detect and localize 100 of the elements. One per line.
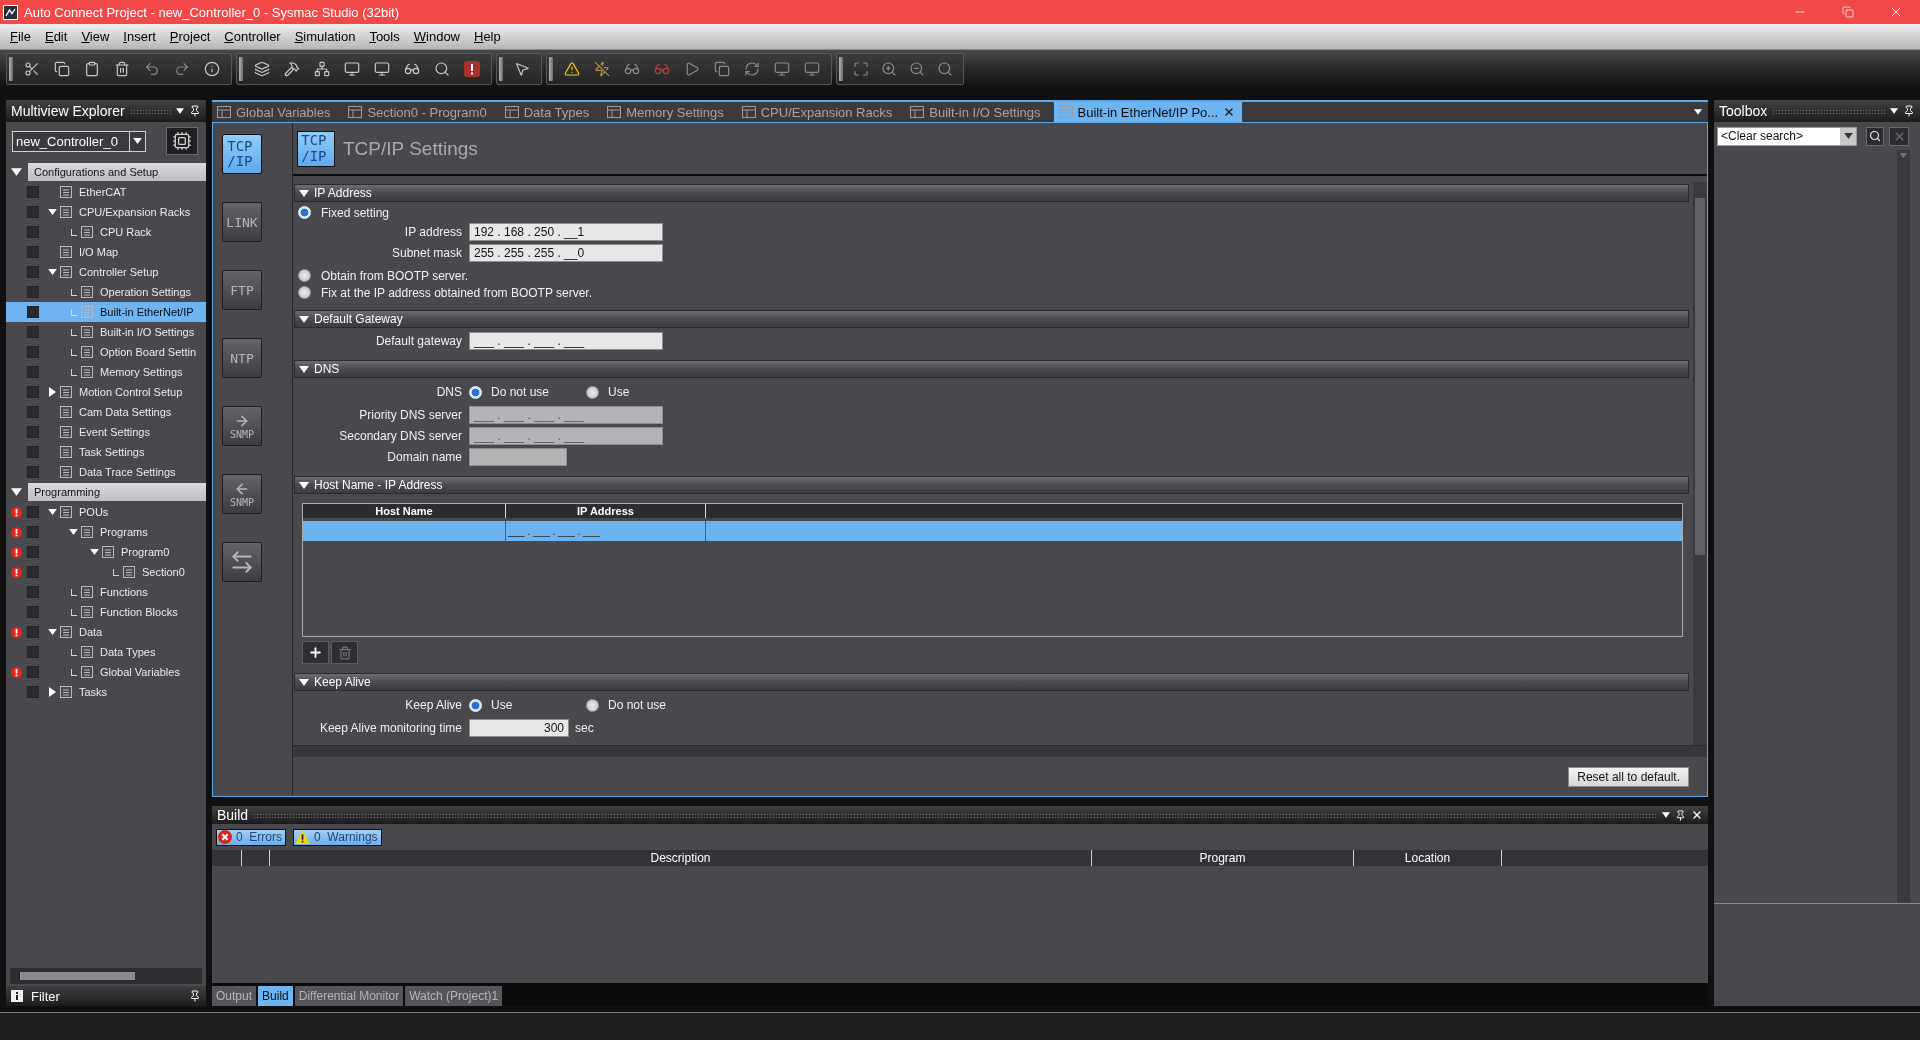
- caret-down-icon[interactable]: [47, 269, 57, 275]
- menu-item[interactable]: Tools: [362, 24, 407, 49]
- caret-down-icon[interactable]: [47, 509, 57, 515]
- document-tab[interactable]: CPU/Expansion Racks: [736, 102, 906, 122]
- tree-item[interactable]: CPU/Expansion Racks: [6, 202, 206, 222]
- tree-item[interactable]: Event Settings: [6, 422, 206, 442]
- document-tab[interactable]: Built-in EtherNet/IP Po...: [1053, 102, 1243, 122]
- tree-item[interactable]: Task Settings: [6, 442, 206, 462]
- tree-group[interactable]: Configurations and Setup: [28, 163, 206, 181]
- caret-right-icon[interactable]: [48, 687, 56, 697]
- tree-item[interactable]: Data Trace Settings: [6, 462, 206, 482]
- column-header[interactable]: Location: [1354, 850, 1502, 866]
- column-header[interactable]: Program: [1092, 850, 1354, 866]
- horizontal-scrollbar[interactable]: [293, 745, 1707, 757]
- tree-item[interactable]: Function Blocks: [6, 602, 206, 622]
- tree-item[interactable]: Controller Setup: [6, 262, 206, 282]
- tree-item[interactable]: Tasks: [6, 682, 206, 702]
- caret-down-icon[interactable]: [1694, 109, 1702, 115]
- caret-down-icon[interactable]: [176, 108, 184, 114]
- panel-tab[interactable]: Output: [212, 986, 257, 1006]
- menu-item[interactable]: Help: [467, 24, 508, 49]
- menu-item[interactable]: File: [3, 24, 38, 49]
- tree-item[interactable]: Programs: [6, 522, 206, 542]
- vertical-scrollbar[interactable]: [1693, 182, 1707, 745]
- filter-toggle[interactable]: 0 Warnings: [293, 828, 382, 846]
- radio-button[interactable]: [586, 385, 599, 399]
- tree-item[interactable]: Built-in EtherNet/IP: [6, 302, 206, 322]
- panel-tab[interactable]: Differential Monitor: [294, 986, 404, 1006]
- tree-item[interactable]: Memory Settings: [6, 362, 206, 382]
- category-button[interactable]: LINK: [222, 202, 262, 242]
- column-header[interactable]: IP Address: [506, 504, 706, 518]
- controller-button[interactable]: [166, 127, 198, 155]
- scroll-arrow-icon[interactable]: [1900, 153, 1907, 158]
- tree-item[interactable]: Cam Data Settings: [6, 402, 206, 422]
- menu-item[interactable]: Insert: [116, 24, 163, 49]
- menu-item[interactable]: Edit: [37, 24, 75, 49]
- category-button[interactable]: FTP: [222, 270, 262, 310]
- tree-item[interactable]: Built-in I/O Settings: [6, 322, 206, 342]
- tree-item[interactable]: EtherCAT: [6, 182, 206, 202]
- tree-item[interactable]: I/O Map: [6, 242, 206, 262]
- caret-down-icon[interactable]: [47, 629, 57, 635]
- section-header[interactable]: IP Address: [294, 184, 1689, 202]
- tree-item[interactable]: Operation Settings: [6, 282, 206, 302]
- caret-down-icon[interactable]: [89, 549, 99, 555]
- filter-toggle[interactable]: 0 Errors: [216, 828, 286, 846]
- radio-button[interactable]: [586, 698, 599, 712]
- pin-icon[interactable]: [189, 105, 201, 117]
- caret-down-icon[interactable]: [47, 209, 57, 215]
- menu-item[interactable]: View: [74, 24, 117, 49]
- menu-item[interactable]: Simulation: [287, 24, 363, 49]
- tree-item[interactable]: Data Types: [6, 642, 206, 662]
- reset-button[interactable]: Reset all to default.: [1568, 766, 1689, 787]
- category-button[interactable]: NTP: [222, 338, 262, 378]
- menu-item[interactable]: Project: [162, 24, 218, 49]
- menu-item[interactable]: Controller: [217, 24, 288, 49]
- tree-item[interactable]: Section0: [6, 562, 206, 582]
- document-tab[interactable]: Data Types: [499, 102, 603, 122]
- table-row[interactable]: ___ . ___ . ___ . ___: [303, 521, 1682, 541]
- category-button[interactable]: SNMP: [222, 474, 262, 514]
- close-icon[interactable]: [1691, 809, 1703, 821]
- tree-item[interactable]: Global Variables: [6, 662, 206, 682]
- section-header[interactable]: Default Gateway: [294, 310, 1689, 328]
- column-header[interactable]: Host Name: [303, 504, 506, 518]
- tree-item[interactable]: Functions: [6, 582, 206, 602]
- caret-down-icon[interactable]: [10, 168, 22, 176]
- ip-address-field[interactable]: 192 . 168 . 250 . __1: [469, 222, 663, 241]
- menu-item[interactable]: Window: [406, 24, 467, 49]
- tree-item[interactable]: Motion Control Setup: [6, 382, 206, 402]
- pin-icon[interactable]: [1903, 105, 1915, 117]
- panel-tab[interactable]: Watch (Project)1: [405, 986, 503, 1006]
- tree-item[interactable]: Option Board Settin: [6, 342, 206, 362]
- section-header[interactable]: DNS: [294, 360, 1689, 378]
- section-header[interactable]: Host Name - IP Address: [294, 476, 1689, 494]
- tree-item[interactable]: POUs: [6, 502, 206, 522]
- document-tab[interactable]: Global Variables: [212, 102, 344, 122]
- ip-address-field[interactable]: 255 . 255 . 255 . __0: [469, 243, 663, 262]
- controller-dropdown[interactable]: new_Controller_0: [12, 130, 146, 152]
- caret-down-icon[interactable]: [1890, 108, 1898, 114]
- radio-button[interactable]: [298, 286, 311, 299]
- search-field[interactable]: <Clear search>: [1717, 126, 1857, 146]
- category-button[interactable]: SNMP: [222, 406, 262, 446]
- column-header[interactable]: Description: [270, 850, 1092, 866]
- category-button[interactable]: [222, 542, 262, 582]
- add-button[interactable]: [302, 641, 329, 664]
- section-header[interactable]: Keep Alive: [294, 673, 1689, 691]
- pin-icon[interactable]: [189, 990, 201, 1002]
- search-button[interactable]: [1866, 126, 1884, 146]
- horizontal-scrollbar[interactable]: [10, 968, 202, 984]
- document-tab[interactable]: Memory Settings: [602, 102, 737, 122]
- document-tab[interactable]: Section0 - Program0: [343, 102, 500, 122]
- ip-address-field[interactable]: ___ . ___ . ___ . ___: [469, 331, 663, 350]
- document-tab[interactable]: Built-in I/O Settings: [905, 102, 1054, 122]
- panel-tab[interactable]: Build: [258, 986, 293, 1006]
- tree-item[interactable]: Data: [6, 622, 206, 642]
- tree-group[interactable]: Programming: [28, 483, 206, 501]
- vertical-scrollbar[interactable]: [1897, 150, 1910, 903]
- caret-down-icon[interactable]: [10, 488, 22, 496]
- radio-button[interactable]: [298, 269, 311, 282]
- tree-item[interactable]: Program0: [6, 542, 206, 562]
- category-button[interactable]: TCP/IP: [222, 134, 262, 174]
